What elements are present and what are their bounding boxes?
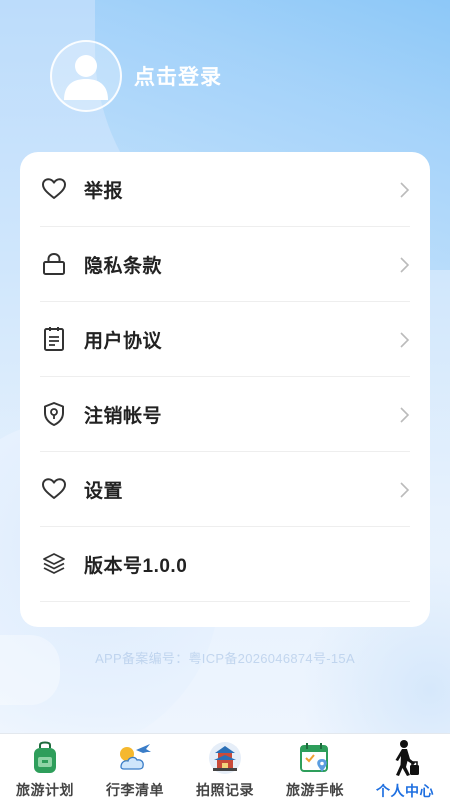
heart-icon xyxy=(40,175,68,203)
version-label: 版本号1.0.0 xyxy=(84,555,188,577)
tab-photo-records[interactable]: 拍照记录 xyxy=(180,734,270,800)
menu-item-label: 举报 xyxy=(84,180,124,202)
layers-icon xyxy=(40,550,68,578)
tab-luggage-list[interactable]: 行李清单 xyxy=(90,734,180,800)
lock-icon xyxy=(40,250,68,278)
tab-travel-journal[interactable]: 旅游手帐 xyxy=(270,734,360,800)
menu-item-privacy[interactable]: 隐私条款 xyxy=(40,227,410,302)
login-header[interactable]: 点击登录 xyxy=(50,40,222,112)
tab-label: 行李清单 xyxy=(106,782,164,798)
menu-item-label: 隐私条款 xyxy=(84,255,163,277)
menu-item-label: 注销帐号 xyxy=(84,405,163,427)
tab-label: 旅游计划 xyxy=(16,782,74,798)
chevron-right-icon xyxy=(400,407,410,423)
chevron-right-icon xyxy=(400,182,410,198)
menu-item-label: 用户协议 xyxy=(84,330,163,352)
tab-label: 拍照记录 xyxy=(196,782,254,798)
chevron-right-icon xyxy=(400,257,410,273)
background-shape xyxy=(0,635,60,705)
chevron-right-icon xyxy=(400,332,410,348)
menu-card: 举报 隐私条款 用户协议 注销帐号 设置 版本号1.0.0 xyxy=(20,152,430,627)
tab-personal-center[interactable]: 个人中心 xyxy=(360,734,450,800)
clipboard-icon xyxy=(40,325,68,353)
menu-item-version: 版本号1.0.0 xyxy=(40,527,410,602)
menu-item-label: 设置 xyxy=(84,480,124,502)
tab-label: 旅游手帐 xyxy=(286,782,344,798)
heart-icon xyxy=(40,475,68,503)
backpack-icon xyxy=(25,739,65,776)
user-icon xyxy=(64,55,108,100)
avatar[interactable] xyxy=(50,40,122,112)
plane-cloud-icon xyxy=(115,739,155,776)
menu-item-settings[interactable]: 设置 xyxy=(40,452,410,527)
calendar-map-icon xyxy=(295,739,335,776)
icp-record-text[interactable]: APP备案编号：粤ICP备2026046874号-15A xyxy=(0,648,450,667)
menu-item-agreement[interactable]: 用户协议 xyxy=(40,302,410,377)
tab-label: 个人中心 xyxy=(376,783,434,799)
menu-item-report[interactable]: 举报 xyxy=(40,152,410,227)
chevron-right-icon xyxy=(400,482,410,498)
pagoda-icon xyxy=(205,739,245,776)
login-link[interactable]: 点击登录 xyxy=(134,61,222,91)
menu-item-delete-account[interactable]: 注销帐号 xyxy=(40,377,410,452)
traveler-icon xyxy=(385,739,425,777)
tab-travel-plan[interactable]: 旅游计划 xyxy=(0,734,90,800)
shield-icon xyxy=(40,400,68,428)
bottom-tab-bar: 旅游计划 行李清单 拍照记录 旅游手帐 个人中心 xyxy=(0,733,450,800)
